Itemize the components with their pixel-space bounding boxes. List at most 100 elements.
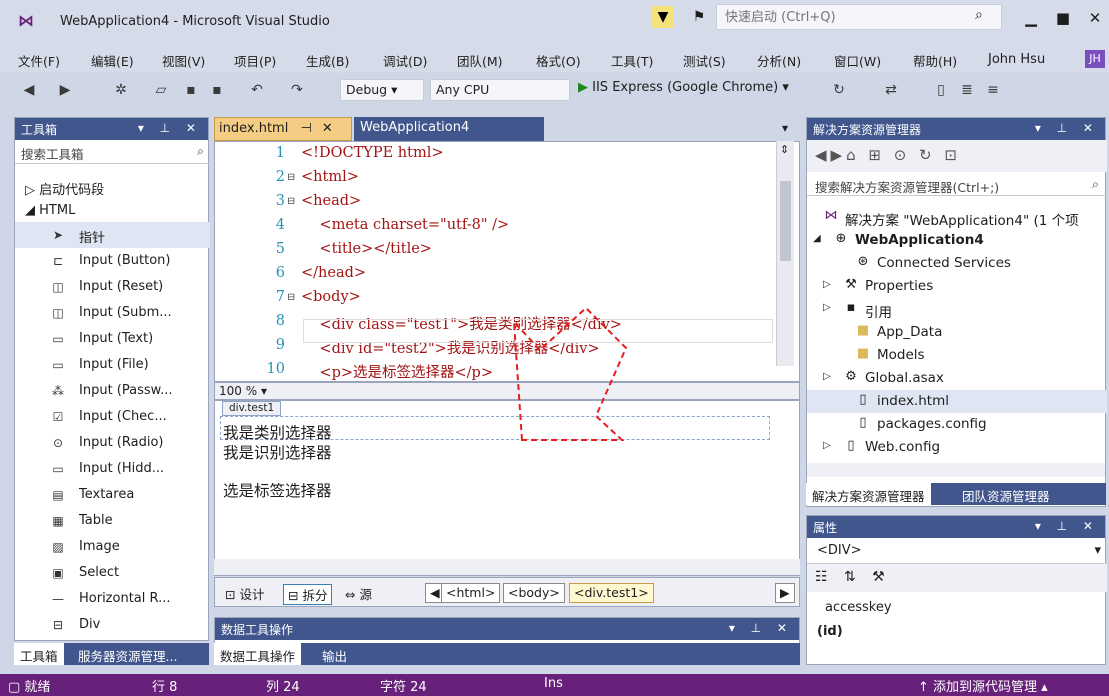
tree-node[interactable]: ▷ ▪ 引用	[807, 298, 1107, 321]
tree-node[interactable]: ⋈ 解决方案 "WebApplication4" (1 个项	[807, 206, 1107, 229]
open-file-icon[interactable]: ▱	[150, 80, 172, 100]
menu-format[interactable]: 格式(O)	[536, 51, 581, 70]
split-view-button[interactable]: ⊟ 拆分	[283, 584, 333, 605]
pane-controls[interactable]: ▾ ⊥ ✕	[1035, 519, 1099, 533]
menu-file[interactable]: 文件(F)	[18, 51, 60, 70]
tab-toolbox[interactable]: 工具箱	[14, 643, 64, 665]
search-icon[interactable]: ⌕	[197, 143, 204, 159]
close-icon[interactable]: ✕	[322, 121, 333, 136]
code-line[interactable]: 10 <p>选是标签选择器</p>	[215, 361, 775, 381]
bookmark-icon[interactable]: ▯	[930, 80, 952, 100]
fold-toggle-icon[interactable]: ⊟	[287, 292, 295, 303]
tab-dropdown-icon[interactable]: ▾	[782, 121, 788, 135]
quick-launch[interactable]: ⌕	[716, 4, 1002, 30]
tree-node[interactable]: ⊛ Connected Services	[807, 252, 1107, 275]
menu-project[interactable]: 项目(P)	[234, 51, 276, 70]
code-line[interactable]: 7 ⊟ <body>	[215, 289, 775, 312]
new-project-icon[interactable]: ✲	[110, 80, 132, 100]
save-icon[interactable]: ▪	[180, 80, 202, 100]
toolbox-group-snippets[interactable]: ▷ 启动代码段	[15, 174, 210, 200]
menu-view[interactable]: 视图(V)	[162, 51, 205, 70]
toolbox-search[interactable]: 搜索工具箱 ⌕	[15, 140, 210, 164]
expand-toggle-icon[interactable]: ▷	[823, 371, 831, 382]
uncomment-icon[interactable]: ≡	[982, 80, 1004, 100]
toolbox-item[interactable]: ◫ Input (Reset)	[15, 274, 210, 300]
tree-node[interactable]: ▷ ▯ Web.config	[807, 436, 1107, 459]
toolbox-item[interactable]: ➤ 指针	[15, 222, 210, 248]
property-name[interactable]: accesskey	[825, 600, 892, 615]
toolbox-item[interactable]: ☑ Input (Chec...	[15, 404, 210, 430]
avatar[interactable]: JH	[1085, 50, 1105, 68]
tree-node[interactable]: ◢ ⊕ WebApplication4	[807, 229, 1107, 252]
menu-team[interactable]: 团队(M)	[457, 51, 503, 70]
pin-icon[interactable]: ⊣	[300, 121, 311, 136]
pane-controls[interactable]: ▾ ⊥ ✕	[729, 621, 793, 635]
solution-horizontal-scrollbar[interactable]	[807, 463, 1105, 477]
start-debugging-button[interactable]: ▶ IIS Express (Google Chrome) ▾	[578, 80, 789, 95]
toolbox-item[interactable]: ▭ Input (Hidd...	[15, 456, 210, 482]
tab-webapplication4[interactable]: WebApplication4	[354, 117, 544, 141]
menu-test[interactable]: 测试(S)	[683, 51, 726, 70]
search-icon[interactable]: ⌕	[1092, 176, 1099, 192]
toolbox-item[interactable]: ⊟ Div	[15, 612, 210, 638]
tree-node[interactable]: ▷ ⚙ Global.asax	[807, 367, 1107, 390]
split-icon[interactable]: ⇕	[780, 143, 789, 156]
pane-controls[interactable]: ▾ ⊥ ✕	[138, 121, 202, 135]
tab-data-tools[interactable]: 数据工具操作	[214, 643, 302, 665]
zoom-level[interactable]: 100 %	[219, 384, 257, 398]
properties-object-select[interactable]: <DIV> ▾	[807, 538, 1107, 564]
toolbox-item[interactable]: ▭ Input (Text)	[15, 326, 210, 352]
tab-server-explorer[interactable]: 服务器资源管理...	[72, 643, 183, 665]
tab-output[interactable]: 输出	[316, 643, 353, 665]
toolbox-item[interactable]: ⁂ Input (Passw...	[15, 378, 210, 404]
toolbox-item[interactable]: — Horizontal R...	[15, 586, 210, 612]
expand-toggle-icon[interactable]: ▷	[823, 279, 831, 290]
menu-debug[interactable]: 调试(D)	[383, 51, 427, 70]
crumb-html[interactable]: <html>	[441, 583, 501, 603]
menu-tools[interactable]: 工具(T)	[611, 51, 653, 70]
tab-index-html[interactable]: index.html ⊣ ✕	[214, 117, 352, 141]
toolbox-item[interactable]: ◫ Input (Subm...	[15, 300, 210, 326]
source-control-button[interactable]: ↑ 添加到源代码管理 ▴	[918, 676, 1048, 695]
design-horizontal-scrollbar[interactable]	[214, 559, 800, 575]
refresh-icon[interactable]: ↻	[828, 80, 850, 100]
code-line[interactable]: 5 <title></title>	[215, 241, 775, 264]
crumb-div-test1[interactable]: <div.test1>	[569, 583, 654, 603]
tree-node[interactable]: ■ Models	[807, 344, 1107, 367]
configuration-select[interactable]: Debug ▾	[340, 79, 424, 101]
menu-edit[interactable]: 编辑(E)	[91, 51, 134, 70]
tree-node[interactable]: ▷ ⚒ Properties	[807, 275, 1107, 298]
minimize-button[interactable]: ▁	[1016, 8, 1046, 28]
fold-toggle-icon[interactable]: ⊟	[287, 196, 295, 207]
pane-controls[interactable]: ▾ ⊥ ✕	[1035, 121, 1099, 135]
tab-team-explorer[interactable]: 团队资源管理器	[956, 483, 1056, 505]
tab-solution-explorer[interactable]: 解决方案资源管理器	[806, 483, 931, 505]
back-icon[interactable]: ◀	[18, 80, 40, 100]
toolbox-group-html[interactable]: ◢ HTML	[15, 198, 210, 224]
toolbox-item[interactable]: ▨ Image	[15, 534, 210, 560]
platform-select[interactable]: Any CPU	[430, 79, 570, 101]
menu-help[interactable]: 帮助(H)	[913, 51, 957, 70]
redo-icon[interactable]: ↷	[286, 80, 308, 100]
quick-launch-input[interactable]	[717, 5, 957, 29]
expand-toggle-icon[interactable]: ▷	[823, 302, 831, 313]
fold-toggle-icon[interactable]: ⊟	[287, 172, 295, 183]
user-name[interactable]: John Hsu	[988, 52, 1045, 67]
close-button[interactable]: ✕	[1080, 8, 1109, 28]
code-line[interactable]: 2 ⊟ <html>	[215, 169, 775, 192]
toolbox-item[interactable]: ▣ Select	[15, 560, 210, 586]
toolbox-item[interactable]: ▦ Table	[15, 508, 210, 534]
maximize-button[interactable]: ■	[1048, 8, 1078, 28]
feedback-icon[interactable]: ⚑	[688, 6, 710, 28]
save-all-icon[interactable]: ▪	[206, 80, 228, 100]
comment-icon[interactable]: ≣	[956, 80, 978, 100]
solution-explorer-toolbar[interactable]: ◀▶⌂ ⊞ ⊙ ↻ ⊡	[807, 140, 1107, 172]
code-line[interactable]: 1 <!DOCTYPE html>	[215, 145, 775, 168]
expand-toggle-icon[interactable]: ◢	[813, 233, 821, 244]
toolbox-item[interactable]: ⊙ Input (Radio)	[15, 430, 210, 456]
source-view-button[interactable]: ⇔ 源	[345, 584, 372, 603]
solution-search-input[interactable]: 搜索解决方案资源管理器(Ctrl+;)	[815, 180, 999, 195]
menu-analyze[interactable]: 分析(N)	[757, 51, 801, 70]
crumb-next-icon[interactable]: ▶	[775, 583, 795, 603]
filter-icon[interactable]: ▼	[652, 6, 674, 28]
